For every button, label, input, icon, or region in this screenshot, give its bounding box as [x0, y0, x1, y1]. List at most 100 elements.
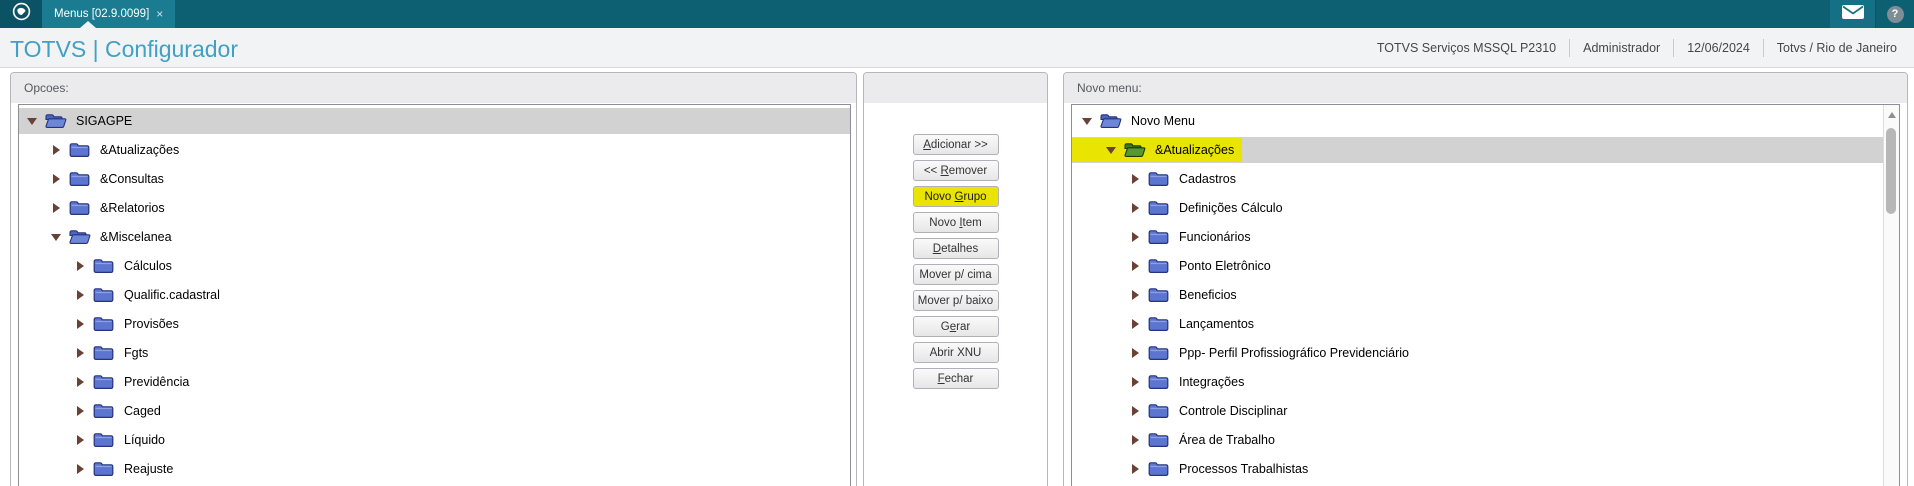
- header-info-item: Totvs / Rio de Janeiro: [1762, 39, 1910, 57]
- tree-item-label: Previdência: [124, 375, 190, 389]
- folder-closed-blue-icon: [1148, 403, 1170, 420]
- tree-row-novo-menu[interactable]: Novo Menu: [1072, 108, 1899, 134]
- tree-row-reajuste[interactable]: Reajuste: [19, 456, 850, 482]
- mover-p-baixo-button[interactable]: Mover p/ baixo: [912, 290, 999, 311]
- collapse-arrow-icon[interactable]: [1080, 117, 1094, 125]
- tree-row-rea-de-trabalho[interactable]: Área de Trabalho: [1072, 427, 1899, 453]
- panel-opcoes-label: Opcoes:: [24, 81, 69, 95]
- tree-row-lan-amentos[interactable]: Lançamentos: [1072, 311, 1899, 337]
- mover-p-cima-button[interactable]: Mover p/ cima: [912, 264, 999, 285]
- action-button-column: Adicionar >> << Remover Novo Grupo Novo Ite…: [864, 134, 1047, 394]
- expand-arrow-icon[interactable]: [1128, 174, 1142, 184]
- expand-arrow-icon[interactable]: [73, 435, 87, 445]
- tree-item-label: Qualific.cadastral: [124, 288, 220, 302]
- expand-arrow-icon[interactable]: [1128, 319, 1142, 329]
- folder-closed-blue-icon: [1148, 461, 1170, 478]
- tree-row-processos-trabalhistas[interactable]: Processos Trabalhistas: [1072, 456, 1899, 482]
- expand-arrow-icon[interactable]: [73, 377, 87, 387]
- expand-arrow-icon[interactable]: [49, 203, 63, 213]
- tree-row-qualific-cadastral[interactable]: Qualific.cadastral: [19, 282, 850, 308]
- tree-row-l-quido[interactable]: Líquido: [19, 427, 850, 453]
- tree-row-funcion-rios[interactable]: Funcionários: [1072, 224, 1899, 250]
- expand-arrow-icon[interactable]: [49, 174, 63, 184]
- tree-item-label: Líquido: [124, 433, 166, 447]
- expand-arrow-icon[interactable]: [73, 261, 87, 271]
- folder-closed-blue-icon: [1148, 258, 1170, 275]
- app-title: TOTVS | Configurador: [10, 36, 238, 62]
- expand-arrow-icon[interactable]: [49, 145, 63, 155]
- tree-item-label: Ppp- Perfil Profissiográfico Previdenciá…: [1179, 346, 1409, 360]
- novo-menu-tree: Novo Menu &Atualizações Cadastros Definiçõe…: [1071, 104, 1900, 486]
- folder-open-blue-icon: [1100, 113, 1122, 130]
- collapse-arrow-icon[interactable]: [25, 117, 39, 125]
- tree-row-relatorios[interactable]: &Relatorios: [19, 195, 850, 221]
- tree-row-defini-es-c-lculo[interactable]: Definições Cálculo: [1072, 195, 1899, 221]
- panel-opcoes-header: Opcoes:: [11, 73, 856, 103]
- header-info-item: 12/06/2024: [1673, 39, 1763, 57]
- adicionar-button[interactable]: Adicionar >>: [912, 134, 999, 155]
- tree-row-controle-disciplinar[interactable]: Controle Disciplinar: [1072, 398, 1899, 424]
- mail-button[interactable]: [1830, 0, 1876, 28]
- expand-arrow-icon[interactable]: [1128, 406, 1142, 416]
- panel-novo-menu: Novo menu: Novo Menu &Atualizações Cadastr…: [1063, 72, 1908, 486]
- tree-row-previd-ncia[interactable]: Previdência: [19, 369, 850, 395]
- novo-grupo-button[interactable]: Novo Grupo: [912, 186, 999, 207]
- scrollbar-thumb[interactable]: [1886, 128, 1896, 214]
- panel-novo-menu-header: Novo menu:: [1064, 73, 1907, 103]
- tab-menus[interactable]: Menus [02.9.0099] ×: [42, 0, 176, 28]
- tree-row-atualiza-es[interactable]: &Atualizações: [19, 137, 850, 163]
- vertical-scrollbar[interactable]: [1883, 105, 1899, 486]
- abrir-xnu-button[interactable]: Abrir XNU: [912, 342, 999, 363]
- help-icon: ?: [1886, 5, 1904, 23]
- collapse-arrow-icon[interactable]: [1104, 146, 1118, 154]
- folder-closed-blue-icon: [1148, 432, 1170, 449]
- totvs-logo[interactable]: [0, 0, 42, 28]
- expand-arrow-icon[interactable]: [1128, 435, 1142, 445]
- tree-row-cadastros[interactable]: Cadastros: [1072, 166, 1899, 192]
- novo-item-button[interactable]: Novo Item: [912, 212, 999, 233]
- tree-row-fgts[interactable]: Fgts: [19, 340, 850, 366]
- tree-row-caged[interactable]: Caged: [19, 398, 850, 424]
- expand-arrow-icon[interactable]: [1128, 232, 1142, 242]
- expand-arrow-icon[interactable]: [1128, 377, 1142, 387]
- tree-row-beneficios[interactable]: Beneficios: [1072, 282, 1899, 308]
- scroll-up-icon[interactable]: [1888, 112, 1896, 118]
- header-info-item: Administrador: [1569, 39, 1673, 57]
- tree-item-label: &Atualizações: [100, 143, 180, 157]
- tree-row-sigagpe[interactable]: SIGAGPE: [19, 108, 850, 134]
- expand-arrow-icon[interactable]: [73, 464, 87, 474]
- panel-opcoes: Opcoes: SIGAGPE &Atualizações &Consultas &R…: [10, 72, 857, 486]
- folder-closed-blue-icon: [1148, 200, 1170, 217]
- expand-arrow-icon[interactable]: [1128, 203, 1142, 213]
- expand-arrow-icon[interactable]: [1128, 261, 1142, 271]
- tree-item-label: Beneficios: [1179, 288, 1237, 302]
- folder-closed-blue-icon: [69, 200, 91, 217]
- expand-arrow-icon[interactable]: [73, 319, 87, 329]
- tree-row-atualiza-es[interactable]: &Atualizações: [1072, 137, 1899, 163]
- gerar-button[interactable]: Gerar: [912, 316, 999, 337]
- tree-row-integra-es[interactable]: Integrações: [1072, 369, 1899, 395]
- expand-arrow-icon[interactable]: [73, 406, 87, 416]
- tree-row-c-lculos[interactable]: Cálculos: [19, 253, 850, 279]
- tree-row-miscelanea[interactable]: &Miscelanea: [19, 224, 850, 250]
- expand-arrow-icon[interactable]: [73, 290, 87, 300]
- tree-row-ponto-eletr-nico[interactable]: Ponto Eletrônico: [1072, 253, 1899, 279]
- expand-arrow-icon[interactable]: [1128, 290, 1142, 300]
- fechar-button[interactable]: Fechar: [912, 368, 999, 389]
- tree-item-label: Ponto Eletrônico: [1179, 259, 1271, 273]
- collapse-arrow-icon[interactable]: [49, 233, 63, 241]
- tree-row-ppp-perfil-profissiogr-fico-previdenci-rio[interactable]: Ppp- Perfil Profissiográfico Previdenciá…: [1072, 340, 1899, 366]
- tab-close-icon[interactable]: ×: [156, 7, 163, 21]
- help-button[interactable]: ?: [1876, 0, 1914, 28]
- tree-item-label: Cálculos: [124, 259, 172, 273]
- remover-button[interactable]: << Remover: [912, 160, 999, 181]
- tree-row-consultas[interactable]: &Consultas: [19, 166, 850, 192]
- opcoes-tree: SIGAGPE &Atualizações &Consultas &Relatorio…: [18, 104, 851, 486]
- folder-closed-blue-icon: [1148, 287, 1170, 304]
- expand-arrow-icon[interactable]: [1128, 348, 1142, 358]
- tab-label: Menus [02.9.0099]: [54, 8, 150, 20]
- expand-arrow-icon[interactable]: [1128, 464, 1142, 474]
- tree-row-provis-es[interactable]: Provisões: [19, 311, 850, 337]
- detalhes-button[interactable]: Detalhes: [912, 238, 999, 259]
- expand-arrow-icon[interactable]: [73, 348, 87, 358]
